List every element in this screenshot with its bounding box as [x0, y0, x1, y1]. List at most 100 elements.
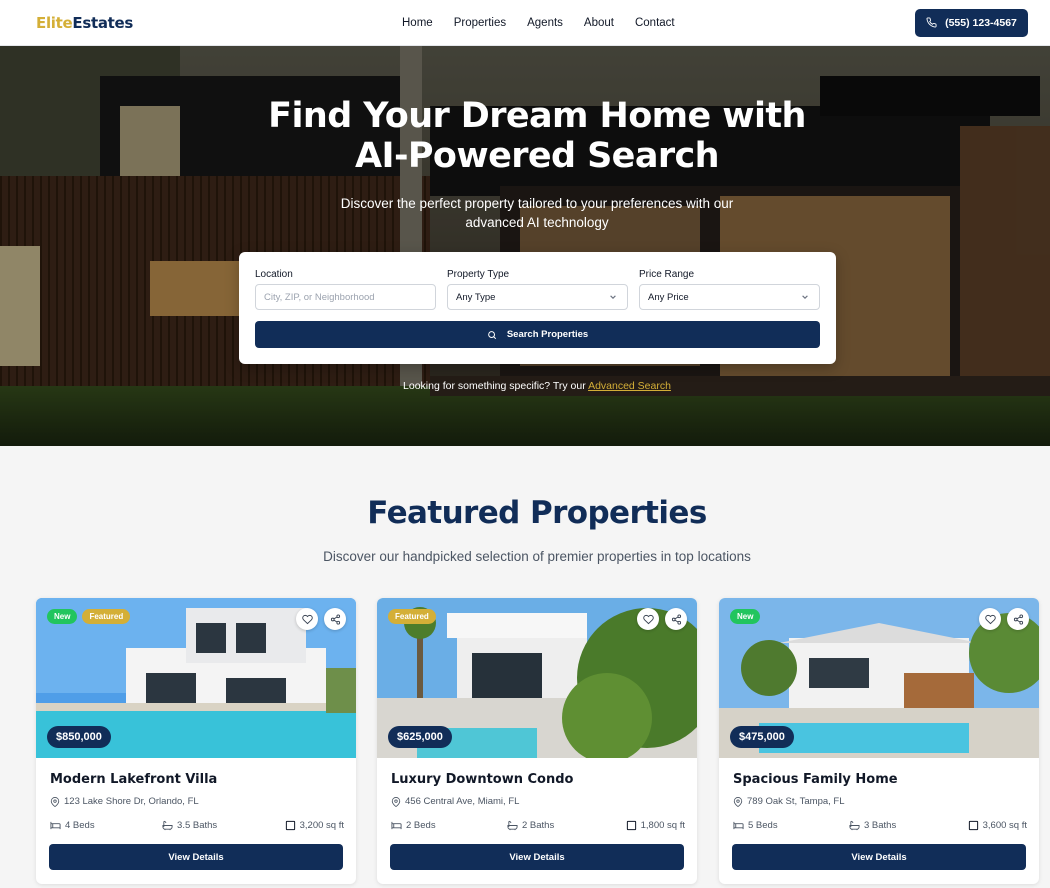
- bath-icon: [162, 820, 173, 831]
- badge-new: New: [47, 609, 78, 624]
- property-specs: 2 Beds 2 Baths 1,800 sq ft: [391, 820, 685, 831]
- property-image: New Featured $850,000: [36, 598, 356, 758]
- nav-link-about[interactable]: About: [584, 17, 614, 29]
- share-icon: [671, 613, 681, 625]
- hero-title-line-2: AI-Powered Search: [355, 136, 720, 176]
- property-title[interactable]: Luxury Downtown Condo: [391, 772, 573, 787]
- bath-icon: [849, 820, 860, 831]
- location-input[interactable]: City, ZIP, or Neighborhood: [255, 284, 436, 310]
- address-text: 789 Oak St, Tampa, FL: [747, 796, 845, 807]
- beds-text: 2 Beds: [406, 820, 436, 831]
- badge-featured: Featured: [388, 609, 436, 624]
- share-icon: [1013, 613, 1023, 625]
- spec-baths: 3.5 Baths: [162, 820, 217, 831]
- property-card[interactable]: New Featured $850,000 Modern Lakefront V…: [36, 598, 356, 884]
- chevron-down-icon: [802, 295, 808, 299]
- property-address: 456 Central Ave, Miami, FL: [391, 796, 519, 807]
- advanced-search-hint: Looking for something specific? Try our …: [0, 380, 1050, 392]
- nav-link-agents[interactable]: Agents: [527, 17, 563, 29]
- hero-subtitle-line-1: Discover the perfect property tailored t…: [340, 196, 734, 211]
- map-pin-icon: [50, 796, 60, 807]
- property-address: 123 Lake Shore Dr, Orlando, FL: [50, 796, 199, 807]
- map-pin-icon: [391, 796, 401, 807]
- bed-icon: [50, 821, 61, 830]
- badge-featured: Featured: [82, 609, 131, 624]
- card-actions: [979, 608, 1029, 630]
- favorite-button[interactable]: [296, 608, 318, 630]
- spec-area: 1,800 sq ft: [626, 820, 685, 831]
- area-text: 1,800 sq ft: [640, 820, 685, 831]
- price-range-value: Any Price: [648, 291, 689, 303]
- spec-beds: 4 Beds: [50, 820, 95, 831]
- top-navbar: EliteEstates Home Properties Agents Abou…: [0, 0, 1050, 46]
- share-button[interactable]: [324, 608, 346, 630]
- bath-icon: [507, 820, 518, 831]
- area-text: 3,600 sq ft: [982, 820, 1027, 831]
- spec-area: 3,600 sq ft: [968, 820, 1027, 831]
- hero-subtitle-line-2: advanced AI technology: [465, 215, 609, 230]
- hero-section: Find Your Dream Home with AI-Powered Sea…: [0, 46, 1050, 446]
- area-text: 3,200 sq ft: [299, 820, 344, 831]
- logo[interactable]: EliteEstates: [36, 14, 133, 32]
- favorite-button[interactable]: [637, 608, 659, 630]
- property-price: $625,000: [388, 726, 452, 748]
- address-text: 123 Lake Shore Dr, Orlando, FL: [64, 796, 199, 807]
- bed-icon: [391, 821, 402, 830]
- spec-beds: 5 Beds: [733, 820, 778, 831]
- property-card[interactable]: Featured $625,000 Luxury Downtown Condo …: [377, 598, 697, 884]
- heart-icon: [301, 614, 313, 624]
- property-image: New $475,000: [719, 598, 1039, 758]
- featured-title: Featured Properties: [367, 495, 707, 531]
- hero-title-line-1: Find Your Dream Home with: [268, 96, 806, 136]
- area-icon: [968, 820, 978, 831]
- address-text: 456 Central Ave, Miami, FL: [405, 796, 520, 807]
- area-icon: [285, 820, 295, 831]
- search-icon: [487, 330, 496, 339]
- property-address: 789 Oak St, Tampa, FL: [733, 796, 845, 807]
- property-image: Featured $625,000: [377, 598, 697, 758]
- nav-link-home[interactable]: Home: [402, 17, 433, 29]
- property-type-value: Any Type: [456, 291, 496, 303]
- advanced-search-link[interactable]: Advanced Search: [588, 380, 671, 392]
- view-details-button[interactable]: View Details: [49, 844, 343, 870]
- property-badges: New: [730, 609, 761, 624]
- card-actions: [637, 608, 687, 630]
- card-actions: [296, 608, 346, 630]
- price-range-select[interactable]: Any Price: [639, 284, 820, 310]
- map-pin-icon: [733, 796, 743, 807]
- area-icon: [626, 820, 636, 831]
- nav-link-contact[interactable]: Contact: [635, 17, 675, 29]
- nav-link-properties[interactable]: Properties: [454, 17, 506, 29]
- heart-icon: [642, 614, 654, 624]
- logo-part-elite: Elite: [36, 13, 73, 32]
- logo-part-estates: Estates: [72, 13, 134, 32]
- bed-icon: [733, 821, 744, 830]
- beds-text: 5 Beds: [748, 820, 778, 831]
- hint-text: Looking for something specific? Try our: [403, 380, 586, 392]
- location-label: Location: [255, 269, 293, 280]
- view-details-button[interactable]: View Details: [390, 844, 684, 870]
- property-title[interactable]: Spacious Family Home: [733, 772, 898, 787]
- featured-subtitle: Discover our handpicked selection of pre…: [323, 549, 751, 564]
- phone-icon: [926, 17, 937, 28]
- spec-baths: 3 Baths: [849, 820, 896, 831]
- property-card[interactable]: New $475,000 Spacious Family Home 789 Oa…: [719, 598, 1039, 884]
- favorite-button[interactable]: [979, 608, 1001, 630]
- property-specs: 5 Beds 3 Baths 3,600 sq ft: [733, 820, 1027, 831]
- share-icon: [330, 613, 340, 625]
- main-nav: Home Properties Agents About Contact: [402, 0, 675, 46]
- share-button[interactable]: [665, 608, 687, 630]
- view-details-button[interactable]: View Details: [732, 844, 1026, 870]
- baths-text: 3 Baths: [863, 820, 897, 831]
- property-title[interactable]: Modern Lakefront Villa: [50, 772, 217, 787]
- share-button[interactable]: [1007, 608, 1029, 630]
- phone-button[interactable]: (555) 123-4567: [915, 8, 1028, 37]
- spec-baths: 2 Baths: [507, 820, 554, 831]
- property-type-select[interactable]: Any Type: [447, 284, 628, 310]
- search-properties-button[interactable]: Search Properties: [255, 321, 820, 348]
- search-form: Location City, ZIP, or Neighborhood Prop…: [239, 252, 836, 364]
- heart-icon: [984, 614, 996, 624]
- hero-subtitle: Discover the perfect property tailored t…: [0, 194, 1050, 232]
- property-type-label: Property Type: [447, 269, 510, 280]
- property-badges: New Featured: [47, 609, 131, 624]
